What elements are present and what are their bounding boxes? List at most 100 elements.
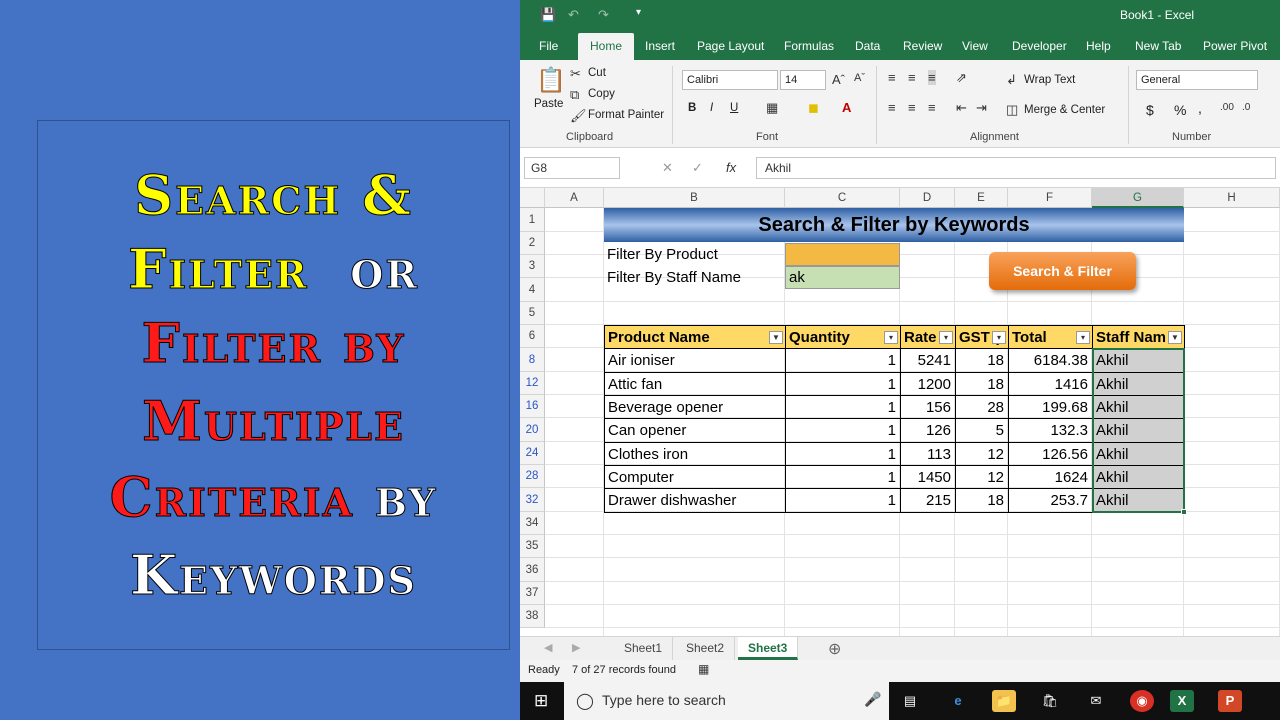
filter-dropdown-icon[interactable]: ▾ [939, 331, 953, 344]
table-cell[interactable]: 1 [785, 348, 901, 373]
filter-dropdown-icon[interactable]: ▾ [992, 331, 1006, 344]
row-header[interactable]: 12 [520, 372, 545, 395]
filter-applied-icon[interactable]: ▼ [1168, 331, 1182, 344]
table-cell[interactable]: Drawer dishwasher [604, 488, 786, 513]
cut-icon[interactable]: ✂ [570, 66, 581, 82]
row-header[interactable]: 8 [520, 348, 545, 372]
row-header[interactable]: 3 [520, 255, 545, 278]
table-cell[interactable]: 1200 [900, 372, 956, 396]
filter-staff-input[interactable]: ak [785, 266, 900, 289]
tab-review[interactable]: Review [903, 39, 942, 53]
align-right-icon[interactable]: ≡ [928, 100, 936, 115]
table-cell[interactable]: 253.7 [1008, 488, 1093, 513]
copy-icon[interactable]: ⧉ [570, 87, 579, 103]
decrease-decimal-icon[interactable]: .0 [1242, 102, 1250, 113]
table-cell[interactable]: 132.3 [1008, 418, 1093, 443]
table-cell[interactable]: 1624 [1008, 465, 1093, 489]
table-cell[interactable]: Attic fan [604, 372, 786, 396]
row-header[interactable]: 1 [520, 208, 545, 232]
tab-sheet2[interactable]: Sheet2 [676, 637, 736, 660]
taskbar-search[interactable]: ◯ Type here to search 🎤 [564, 682, 889, 720]
enter-icon[interactable]: ✓ [692, 160, 703, 176]
name-box[interactable]: G8 [524, 157, 620, 179]
filter-applied-icon[interactable]: ▼ [769, 331, 783, 344]
tab-file[interactable]: File [539, 39, 558, 53]
table-header-cell[interactable]: Product Name ▼ [604, 325, 786, 349]
store-icon[interactable]: 🛍 [1038, 690, 1062, 712]
table-cell[interactable]: 215 [900, 488, 956, 513]
mail-icon[interactable]: ✉ [1084, 690, 1108, 712]
column-header-c[interactable]: C [785, 188, 900, 208]
table-cell[interactable]: 1 [785, 418, 901, 443]
tab-insert[interactable]: Insert [645, 39, 675, 53]
increase-indent-icon[interactable]: ⇥ [976, 100, 987, 116]
align-middle-icon[interactable]: ≡ [908, 70, 916, 85]
table-header-cell[interactable]: GST (▾ [955, 325, 1009, 349]
row-header[interactable]: 37 [520, 582, 545, 605]
table-cell[interactable]: Air ioniser [604, 348, 786, 373]
row-header[interactable]: 38 [520, 605, 545, 628]
add-sheet-icon[interactable]: ⊕ [828, 639, 841, 659]
table-cell[interactable]: 18 [955, 372, 1009, 396]
align-left-icon[interactable]: ≡ [888, 100, 896, 115]
chrome-icon[interactable]: ◉ [1130, 690, 1154, 712]
table-header-cell[interactable]: Quantity ▾ [785, 325, 901, 349]
paste-button[interactable]: Paste [534, 98, 563, 110]
decrease-font-icon[interactable]: Aˇ [854, 72, 865, 84]
formula-input[interactable]: Akhil [756, 157, 1276, 179]
column-header-h[interactable]: H [1184, 188, 1280, 208]
table-cell[interactable]: Clothes iron [604, 442, 786, 466]
table-cell[interactable]: Can opener [604, 418, 786, 443]
decrease-indent-icon[interactable]: ⇤ [956, 100, 967, 116]
comma-button[interactable]: , [1198, 100, 1202, 116]
select-all-corner[interactable] [520, 188, 545, 208]
orientation-icon[interactable]: ⇗ [956, 70, 967, 86]
filter-dropdown-icon[interactable]: ▾ [884, 331, 898, 344]
table-header-cell[interactable]: Rate ▾ [900, 325, 956, 349]
filter-product-input[interactable] [785, 243, 900, 266]
redo-icon[interactable]: ↷ [598, 7, 609, 23]
align-bottom-icon[interactable]: ≡ [928, 70, 936, 85]
scroll-left-icon[interactable]: ◀ [544, 641, 552, 654]
worksheet-grid[interactable]: ABCDEFGHI12345681216202428323435363738Se… [520, 188, 1280, 636]
row-header[interactable]: 32 [520, 488, 545, 512]
table-cell[interactable]: 126.56 [1008, 442, 1093, 466]
copy-button[interactable]: Copy [588, 88, 615, 100]
table-cell[interactable]: 156 [900, 395, 956, 419]
table-cell[interactable]: 113 [900, 442, 956, 466]
table-header-cell[interactable]: Staff Nam ▼ [1092, 325, 1185, 349]
row-header[interactable]: 24 [520, 442, 545, 465]
table-cell[interactable]: 1 [785, 442, 901, 466]
file-explorer-icon[interactable]: 📁 [992, 690, 1016, 712]
row-header[interactable]: 2 [520, 232, 545, 255]
tab-formulas[interactable]: Formulas [784, 39, 834, 53]
tab-power-pivot[interactable]: Power Pivot [1203, 39, 1267, 53]
save-icon[interactable]: 💾 [540, 7, 556, 23]
row-header[interactable]: 6 [520, 325, 545, 348]
row-header[interactable]: 16 [520, 395, 545, 418]
tab-home[interactable]: Home [578, 33, 635, 60]
tab-data[interactable]: Data [855, 39, 880, 53]
row-header[interactable]: 35 [520, 535, 545, 558]
microphone-icon[interactable]: 🎤 [864, 691, 881, 708]
cut-button[interactable]: Cut [588, 67, 606, 79]
bold-button[interactable]: B [688, 102, 696, 114]
tab-sheet3[interactable]: Sheet3 [738, 637, 799, 660]
format-painter-icon[interactable]: 🖌 [570, 108, 587, 124]
table-cell[interactable]: 12 [955, 465, 1009, 489]
table-cell[interactable]: 6184.38 [1008, 348, 1093, 373]
table-cell[interactable]: 18 [955, 348, 1009, 373]
increase-font-icon[interactable]: Aˆ [832, 72, 845, 87]
column-header-d[interactable]: D [900, 188, 955, 208]
table-cell[interactable]: 1450 [900, 465, 956, 489]
table-cell[interactable]: 1416 [1008, 372, 1093, 396]
table-cell[interactable]: 12 [955, 442, 1009, 466]
wrap-text-button[interactable]: Wrap Text [1024, 74, 1075, 86]
tab-sheet1[interactable]: Sheet1 [614, 637, 674, 660]
table-cell[interactable]: 18 [955, 488, 1009, 513]
cancel-icon[interactable]: ✕ [662, 160, 673, 176]
table-cell[interactable]: 1 [785, 395, 901, 419]
align-top-icon[interactable]: ≡ [888, 70, 896, 85]
tab-new-tab[interactable]: New Tab [1135, 39, 1181, 53]
table-cell[interactable]: 5 [955, 418, 1009, 443]
